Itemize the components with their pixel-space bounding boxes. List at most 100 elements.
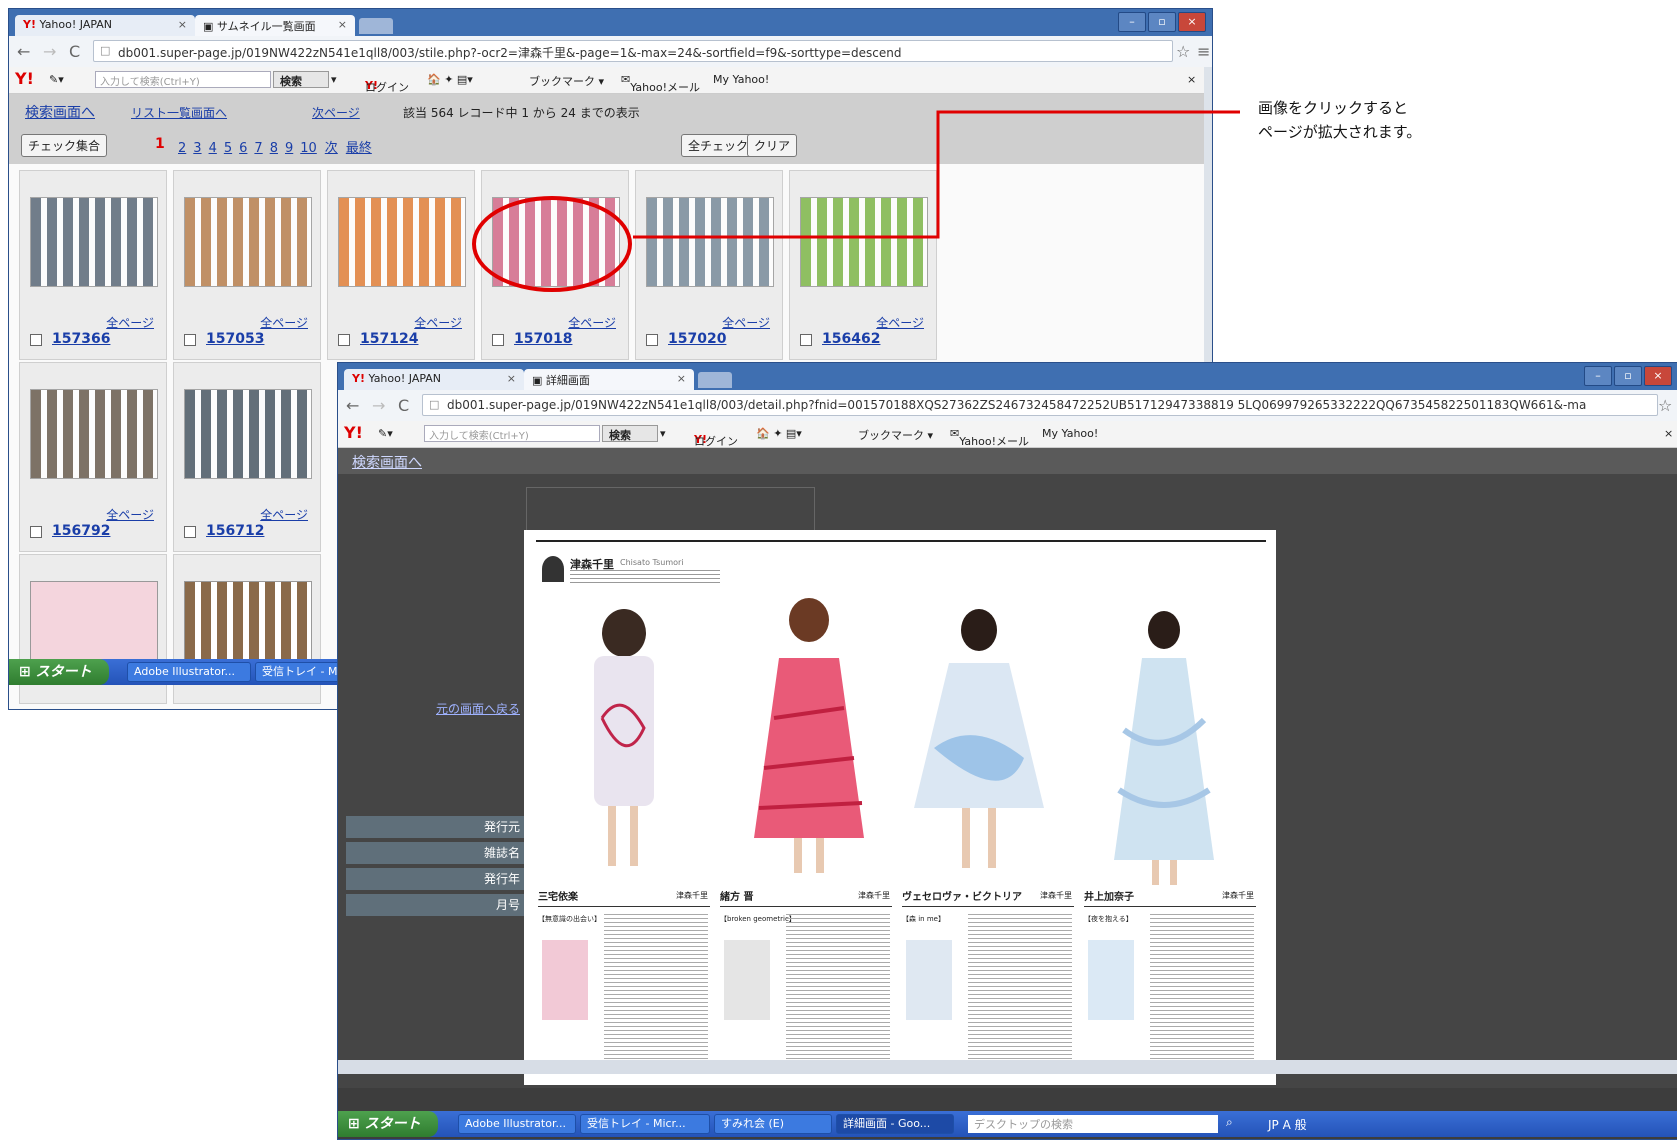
all-pages-link[interactable]: 全ページ bbox=[876, 314, 924, 331]
all-pages-link[interactable]: 全ページ bbox=[260, 506, 308, 523]
yahoo-mail-link[interactable]: ✉ Yahoo!メール bbox=[950, 427, 1029, 448]
record-id-link[interactable]: 156712 bbox=[206, 523, 264, 539]
check-collect-button[interactable]: チェック集合 bbox=[21, 134, 108, 157]
new-tab-button[interactable] bbox=[359, 18, 393, 34]
address-bar[interactable]: □ db001.super-page.jp/019NW422zN541e1qll… bbox=[422, 394, 1658, 416]
menu-icon[interactable]: ≡ bbox=[1197, 42, 1210, 61]
start-button[interactable]: ⊞ スタート bbox=[338, 1111, 438, 1137]
thumbnail-image[interactable] bbox=[30, 581, 158, 671]
maximize-button[interactable]: ▫ bbox=[1614, 366, 1642, 386]
thumbnail-image[interactable] bbox=[184, 389, 312, 479]
select-checkbox[interactable] bbox=[646, 334, 658, 346]
forward-arrow-icon[interactable]: → bbox=[372, 396, 385, 415]
pencil-icon[interactable]: ✎▾ bbox=[378, 427, 393, 440]
new-tab-button[interactable] bbox=[698, 372, 732, 388]
select-checkbox[interactable] bbox=[338, 334, 350, 346]
clear-button[interactable]: クリア bbox=[747, 134, 798, 157]
desktop-search-input[interactable]: デスクトップの検索 bbox=[968, 1115, 1218, 1133]
page-link-3[interactable]: 3 bbox=[193, 141, 201, 156]
all-pages-link[interactable]: 全ページ bbox=[260, 314, 308, 331]
back-to-original-link[interactable]: 元の画面へ戻る bbox=[436, 700, 520, 717]
reload-icon[interactable]: C bbox=[69, 42, 80, 61]
page-link-8[interactable]: 8 bbox=[270, 141, 278, 156]
back-arrow-icon[interactable]: ← bbox=[17, 42, 30, 61]
page-link-4[interactable]: 4 bbox=[209, 141, 217, 156]
yahoo-search-input[interactable]: 入力して検索(Ctrl+Y) bbox=[424, 425, 600, 442]
close-tab-icon[interactable]: × bbox=[677, 372, 686, 385]
all-pages-link[interactable]: 全ページ bbox=[414, 314, 462, 331]
dropdown-icon[interactable]: ▾ bbox=[660, 427, 666, 440]
tab-detail[interactable]: ▣ 詳細画面 × bbox=[524, 369, 694, 390]
taskbar-detail-chrome[interactable]: 詳細画面 - Goo... bbox=[836, 1114, 954, 1134]
yahoo-search-button[interactable]: 検索 bbox=[602, 425, 658, 442]
all-pages-link[interactable]: 全ページ bbox=[568, 314, 616, 331]
address-bar[interactable]: □ db001.super-page.jp/019NW422zN541e1qll… bbox=[93, 40, 1173, 62]
yahoo-search-input[interactable]: 入力して検索(Ctrl+Y) bbox=[95, 71, 271, 88]
record-id-link[interactable]: 156792 bbox=[52, 523, 110, 539]
thumbnail-image[interactable] bbox=[800, 197, 928, 287]
close-tab-icon[interactable]: × bbox=[178, 18, 187, 31]
search-screen-link[interactable]: 検索画面へ bbox=[25, 102, 95, 122]
pencil-icon[interactable]: ✎▾ bbox=[49, 73, 64, 86]
page-link-2[interactable]: 2 bbox=[178, 141, 186, 156]
taskbar-inbox[interactable]: 受信トレイ - M bbox=[255, 662, 339, 682]
select-checkbox[interactable] bbox=[184, 334, 196, 346]
list-screen-link[interactable]: リスト一覧画面へ bbox=[131, 104, 227, 121]
page-link-5[interactable]: 5 bbox=[224, 141, 232, 156]
minimize-button[interactable]: – bbox=[1118, 12, 1146, 32]
close-tab-icon[interactable]: × bbox=[507, 372, 516, 385]
magazine-spread[interactable]: 津森千里 Chisato Tsumori 三宅依楽 津森千里 【無意識の出会い】… bbox=[524, 530, 1276, 1085]
toolbar-icons[interactable]: 🏠 ✦ ▤▾ bbox=[427, 73, 473, 86]
page-link-7[interactable]: 7 bbox=[254, 141, 262, 156]
yahoo-mail-link[interactable]: ✉ Yahoo!メール bbox=[621, 73, 700, 94]
close-window-button[interactable]: × bbox=[1644, 366, 1672, 386]
taskbar-sumire[interactable]: すみれ会 (E) bbox=[714, 1114, 832, 1134]
next-page-link[interactable]: 次ページ bbox=[312, 104, 360, 121]
last-page-link[interactable]: 最終 bbox=[346, 141, 372, 156]
my-yahoo-link[interactable]: My Yahoo! bbox=[713, 73, 769, 86]
star-icon[interactable]: ☆ bbox=[1658, 396, 1672, 415]
close-toolbar-icon[interactable]: × bbox=[1187, 73, 1196, 86]
star-icon[interactable]: ☆ bbox=[1176, 42, 1190, 61]
select-checkbox[interactable] bbox=[184, 526, 196, 538]
record-id-link[interactable]: 157366 bbox=[52, 331, 110, 347]
my-yahoo-link[interactable]: My Yahoo! bbox=[1042, 427, 1098, 440]
tab-thumbnail-list[interactable]: ▣ サムネイル一覧画面 × bbox=[195, 15, 355, 36]
all-pages-link[interactable]: 全ページ bbox=[106, 314, 154, 331]
record-id-link[interactable]: 157018 bbox=[514, 331, 572, 347]
search-icon[interactable]: ⌕ bbox=[1226, 1115, 1233, 1130]
taskbar-illustrator[interactable]: Adobe Illustrator... bbox=[458, 1114, 576, 1134]
page-link-10[interactable]: 10 bbox=[300, 141, 317, 156]
thumbnail-image[interactable] bbox=[30, 389, 158, 479]
tab-yahoo-japan[interactable]: Y! Yahoo! JAPAN × bbox=[344, 369, 524, 390]
tab-yahoo-japan[interactable]: Y! Yahoo! JAPAN × bbox=[15, 15, 195, 36]
all-pages-link[interactable]: 全ページ bbox=[106, 506, 154, 523]
close-tab-icon[interactable]: × bbox=[338, 18, 347, 31]
close-window-button[interactable]: × bbox=[1178, 12, 1206, 32]
thumbnail-image[interactable] bbox=[184, 197, 312, 287]
bookmark-menu[interactable]: ブックマーク ▾ bbox=[529, 73, 604, 89]
select-checkbox[interactable] bbox=[800, 334, 812, 346]
thumbnail-image[interactable] bbox=[184, 581, 312, 671]
record-id-link[interactable]: 157020 bbox=[668, 331, 726, 347]
forward-arrow-icon[interactable]: → bbox=[43, 42, 56, 61]
reload-icon[interactable]: C bbox=[398, 396, 409, 415]
thumbnail-image[interactable] bbox=[338, 197, 466, 287]
check-all-button[interactable]: 全チェック bbox=[681, 134, 756, 157]
thumbnail-image[interactable] bbox=[30, 197, 158, 287]
select-checkbox[interactable] bbox=[30, 526, 42, 538]
taskbar-illustrator[interactable]: Adobe Illustrator... bbox=[127, 662, 251, 682]
horizontal-scrollbar[interactable] bbox=[338, 1060, 1677, 1074]
bookmark-menu[interactable]: ブックマーク ▾ bbox=[858, 427, 933, 443]
dropdown-icon[interactable]: ▾ bbox=[331, 73, 337, 86]
page-link-6[interactable]: 6 bbox=[239, 141, 247, 156]
search-screen-link[interactable]: 検索画面へ bbox=[352, 452, 422, 472]
yahoo-search-button[interactable]: 検索 bbox=[273, 71, 329, 88]
record-id-link[interactable]: 157053 bbox=[206, 331, 264, 347]
taskbar-inbox[interactable]: 受信トレイ - Micr... bbox=[580, 1114, 710, 1134]
maximize-button[interactable]: ▫ bbox=[1148, 12, 1176, 32]
record-id-link[interactable]: 156462 bbox=[822, 331, 880, 347]
thumbnail-image[interactable] bbox=[646, 197, 774, 287]
back-arrow-icon[interactable]: ← bbox=[346, 396, 359, 415]
next-page-link[interactable]: 次 bbox=[325, 141, 338, 156]
